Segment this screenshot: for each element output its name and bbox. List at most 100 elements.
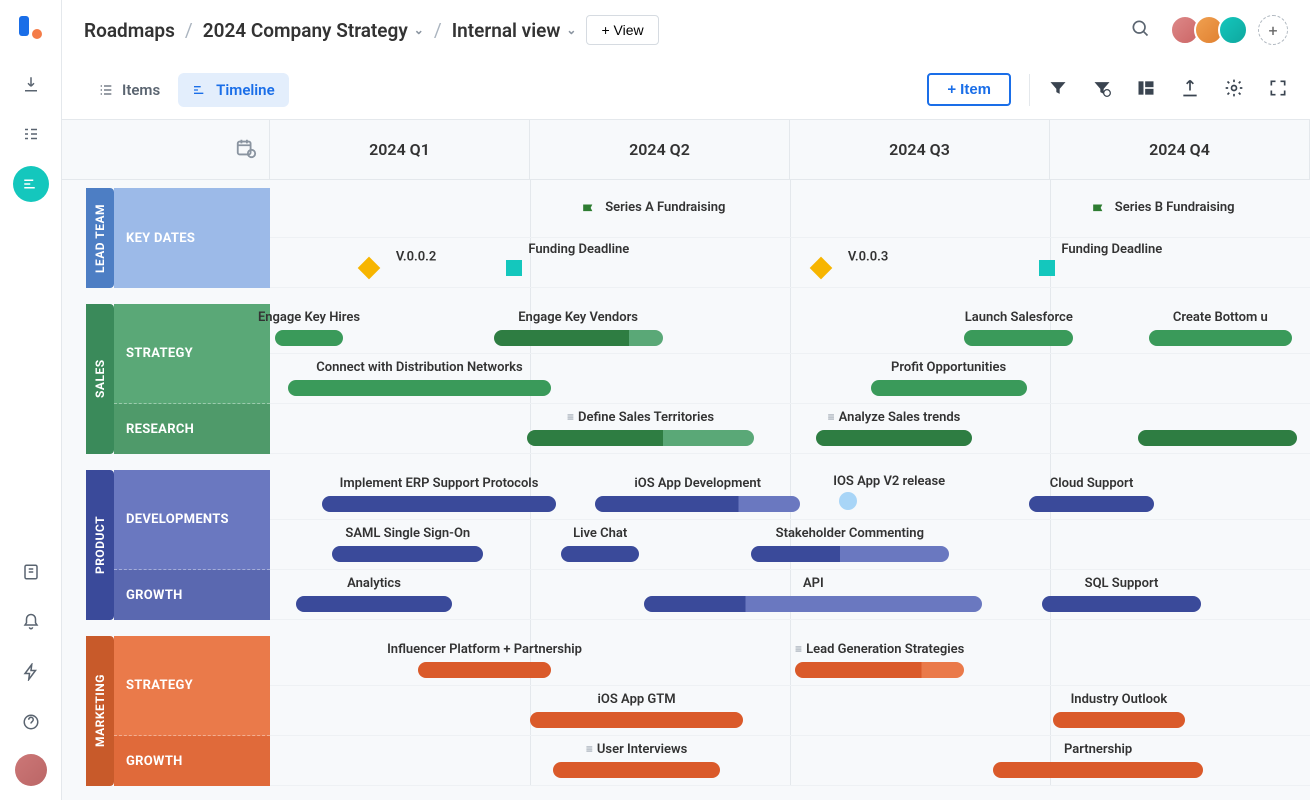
- collaborator-avatar[interactable]: [1218, 15, 1248, 45]
- milestone-label: Series A Fundraising: [605, 200, 725, 215]
- add-item-button[interactable]: + Item: [927, 73, 1011, 106]
- bar-label: Implement ERP Support Protocols: [340, 476, 539, 491]
- bar-label: API: [803, 576, 824, 591]
- milestone-label: Funding Deadline: [528, 242, 629, 257]
- timeline-bar[interactable]: [527, 430, 753, 446]
- milestone-circle[interactable]: IOS App V2 release: [839, 492, 857, 510]
- timeline-bar[interactable]: [595, 496, 800, 512]
- timeline-bar[interactable]: [296, 596, 452, 612]
- timeline-row: iOS App GTMIndustry Outlook: [270, 686, 1310, 736]
- bar-label: SQL Support: [1085, 576, 1159, 591]
- timeline-row: Engage Key HiresEngage Key VendorsLaunch…: [270, 304, 1310, 354]
- group-tab[interactable]: LEAD TEAM: [86, 188, 114, 288]
- timeline-bar[interactable]: [1042, 596, 1201, 612]
- fullscreen-icon[interactable]: [1268, 78, 1288, 102]
- lane-label[interactable]: RESEARCH: [114, 404, 270, 454]
- breadcrumb-project[interactable]: 2024 Company Strategy ⌄: [203, 19, 424, 42]
- bar-label: Cloud Support: [1050, 476, 1134, 491]
- milestone-label: V.0.0.3: [848, 250, 888, 265]
- timeline-body: LEAD TEAMKEY DATESSeries A FundraisingSe…: [62, 180, 1310, 786]
- timeline-bar[interactable]: [1053, 712, 1186, 728]
- notifications-icon[interactable]: [13, 604, 49, 640]
- bar-label: Connect with Distribution Networks: [316, 360, 522, 375]
- timeline-row: Connect with Distribution NetworksProfit…: [270, 354, 1310, 404]
- lane-label[interactable]: STRATEGY: [114, 304, 270, 404]
- lane-label[interactable]: STRATEGY: [114, 636, 270, 736]
- milestone-square[interactable]: Funding Deadline: [506, 260, 522, 276]
- group-tab[interactable]: MARKETING: [86, 636, 114, 786]
- import-icon[interactable]: [13, 66, 49, 102]
- timeline-bar[interactable]: [993, 762, 1204, 778]
- quarter-header: 2024 Q1: [270, 120, 530, 179]
- bar-label: Industry Outlook: [1071, 692, 1168, 707]
- chevron-down-icon: ⌄: [414, 23, 424, 37]
- milestone-flag[interactable]: Series B Fundraising: [1089, 202, 1109, 226]
- bar-label: Partnership: [1064, 742, 1132, 757]
- timeline-main: 2024 Q12024 Q22024 Q32024 Q4 LEAD TEAMKE…: [62, 120, 1310, 800]
- quarter-header: 2024 Q3: [790, 120, 1050, 179]
- export-icon[interactable]: [1180, 78, 1200, 102]
- timeline-row: Series A Fundraising Series B Fundraising: [270, 188, 1310, 238]
- swimlane-group: LEAD TEAMKEY DATESSeries A FundraisingSe…: [62, 180, 1310, 288]
- timeline-bar[interactable]: [275, 330, 343, 346]
- timeline-bar[interactable]: [1029, 496, 1154, 512]
- breadcrumb-root[interactable]: Roadmaps: [84, 19, 175, 42]
- milestone-square[interactable]: Funding Deadline: [1039, 260, 1055, 276]
- search-icon[interactable]: [1130, 18, 1150, 42]
- bar-label: Engage Key Hires: [258, 310, 360, 325]
- bar-label: Analytics: [347, 576, 401, 591]
- group-tab[interactable]: PRODUCT: [86, 470, 114, 620]
- roadmap-icon[interactable]: [13, 166, 49, 202]
- timeline-bar[interactable]: [871, 380, 1027, 396]
- milestone-diamond[interactable]: V.0.0.2: [357, 257, 380, 280]
- bar-label: Stakeholder Commenting: [776, 526, 924, 541]
- filter-icon[interactable]: [1048, 78, 1068, 102]
- add-collaborator-button[interactable]: +: [1258, 15, 1288, 45]
- app-logo[interactable]: [17, 14, 45, 42]
- timeline-bar[interactable]: [288, 380, 551, 396]
- lane-label[interactable]: KEY DATES: [114, 188, 270, 288]
- milestone-diamond[interactable]: V.0.0.3: [810, 257, 833, 280]
- timeline-bar[interactable]: [553, 762, 719, 778]
- timeline-bar[interactable]: [1149, 330, 1292, 346]
- bar-label: Engage Key Vendors: [518, 310, 638, 325]
- lane-label[interactable]: GROWTH: [114, 570, 270, 620]
- timeline-bar[interactable]: [561, 546, 639, 562]
- timeline-bar[interactable]: [332, 546, 483, 562]
- filter-settings-icon[interactable]: [1092, 78, 1112, 102]
- tab-items[interactable]: Items: [84, 73, 174, 107]
- timeline-bar[interactable]: [644, 596, 982, 612]
- timeline-settings-icon[interactable]: [235, 137, 257, 163]
- milestone-label: IOS App V2 release: [799, 474, 979, 489]
- timeline-bar[interactable]: [494, 330, 663, 346]
- breadcrumb-view[interactable]: Internal view ⌄: [452, 19, 577, 42]
- bar-label: Lead Generation Strategies: [795, 642, 964, 657]
- tab-timeline[interactable]: Timeline: [178, 73, 288, 107]
- swimlane-group: SALESSTRATEGYRESEARCHEngage Key HiresEng…: [62, 296, 1310, 454]
- timeline-bar[interactable]: [751, 546, 949, 562]
- view-tabs: Items Timeline: [84, 73, 289, 107]
- settings-icon[interactable]: [1224, 78, 1244, 102]
- timeline-row: Implement ERP Support ProtocolsiOS App D…: [270, 470, 1310, 520]
- help-icon[interactable]: [13, 704, 49, 740]
- list-icon[interactable]: [13, 116, 49, 152]
- bolt-icon[interactable]: [13, 654, 49, 690]
- lane-label[interactable]: DEVELOPMENTS: [114, 470, 270, 570]
- lane-label[interactable]: GROWTH: [114, 736, 270, 786]
- bar-label: Launch Salesforce: [965, 310, 1073, 325]
- bar-label: Create Bottom u: [1173, 310, 1268, 325]
- timeline-bar[interactable]: [816, 430, 972, 446]
- milestone-flag[interactable]: Series A Fundraising: [579, 202, 599, 226]
- timeline-bar[interactable]: [1138, 430, 1297, 446]
- add-view-button[interactable]: + View: [586, 15, 658, 45]
- timeline-bar[interactable]: [418, 662, 551, 678]
- user-avatar[interactable]: [15, 754, 47, 786]
- timeline-bar[interactable]: [795, 662, 964, 678]
- timeline-bar[interactable]: [964, 330, 1073, 346]
- timeline-bar[interactable]: [322, 496, 556, 512]
- group-tab[interactable]: SALES: [86, 304, 114, 454]
- timeline-row: Analytics API SQL Support: [270, 570, 1310, 620]
- timeline-bar[interactable]: [530, 712, 743, 728]
- contacts-icon[interactable]: [13, 554, 49, 590]
- layout-icon[interactable]: [1136, 78, 1156, 102]
